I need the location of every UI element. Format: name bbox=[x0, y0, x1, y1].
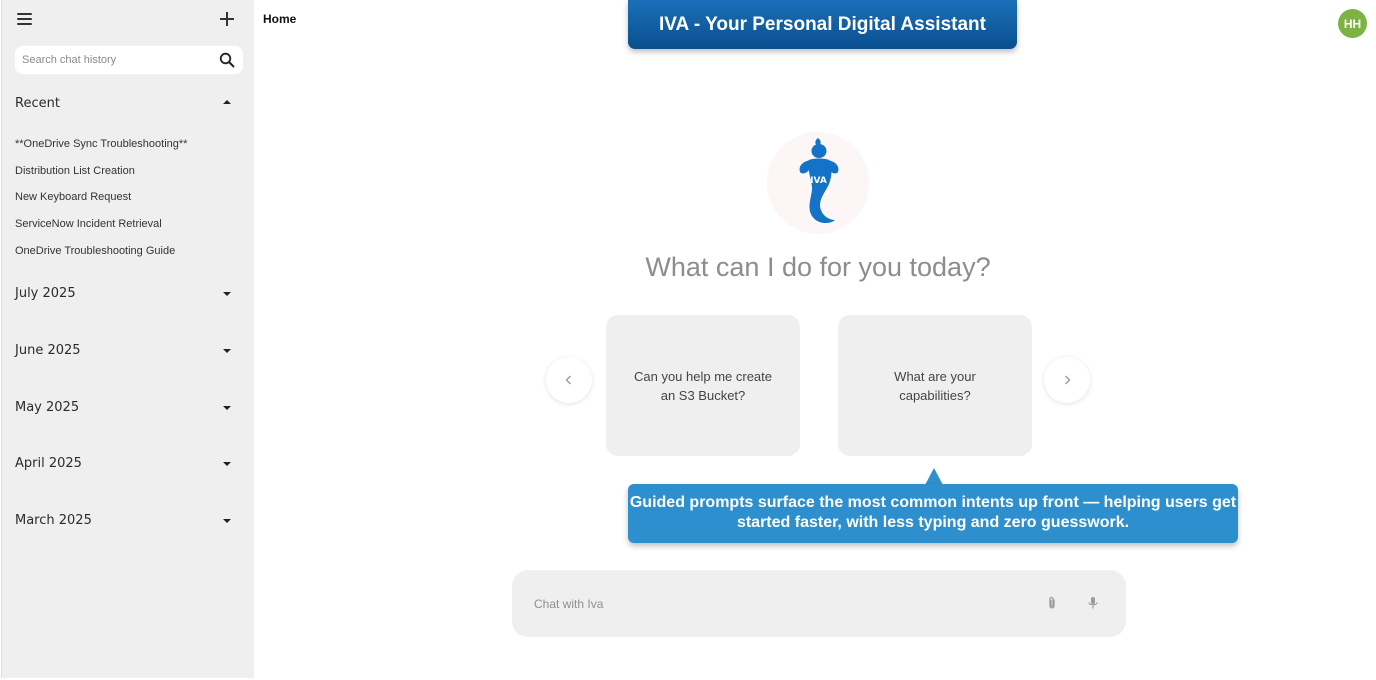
recent-chat-item[interactable]: New Keyboard Request bbox=[15, 191, 131, 203]
recent-chat-item[interactable]: **OneDrive Sync Troubleshooting** bbox=[15, 138, 187, 150]
caret-down-icon bbox=[223, 462, 231, 466]
month-section-july-2025[interactable]: July 2025 bbox=[15, 284, 240, 306]
caret-down-icon bbox=[223, 292, 231, 296]
month-section-june-2025[interactable]: June 2025 bbox=[15, 341, 240, 363]
breadcrumb-home[interactable]: Home bbox=[263, 12, 296, 26]
month-label: April 2025 bbox=[15, 456, 82, 471]
month-section-may-2025[interactable]: May 2025 bbox=[15, 398, 240, 420]
chevron-left-icon bbox=[565, 375, 571, 385]
annotation-callout: Guided prompts surface the most common i… bbox=[628, 484, 1238, 543]
sidebar: Recent **OneDrive Sync Troubleshooting**… bbox=[1, 0, 254, 678]
search-input[interactable] bbox=[15, 46, 211, 74]
iva-logo: IVA bbox=[767, 132, 869, 234]
recent-chat-item[interactable]: Distribution List Creation bbox=[15, 165, 135, 177]
logo-text: IVA bbox=[810, 176, 827, 186]
recent-chat-item[interactable]: ServiceNow Incident Retrieval bbox=[15, 218, 162, 230]
month-label: March 2025 bbox=[15, 513, 92, 528]
prompt-card[interactable]: Can you help me create an S3 Bucket? bbox=[606, 315, 800, 456]
callout-pointer bbox=[925, 468, 943, 485]
carousel-prev-button[interactable] bbox=[546, 357, 592, 403]
title-banner: IVA - Your Personal Digital Assistant bbox=[628, 0, 1017, 49]
caret-up-icon bbox=[223, 100, 231, 104]
prompt-card[interactable]: What are your capabilities? bbox=[838, 315, 1032, 456]
chat-composer bbox=[512, 570, 1126, 637]
month-section-march-2025[interactable]: March 2025 bbox=[15, 511, 240, 533]
recent-section-toggle[interactable]: Recent bbox=[15, 94, 240, 116]
new-chat-plus-icon[interactable] bbox=[217, 9, 237, 29]
month-label: May 2025 bbox=[15, 400, 80, 415]
recent-label: Recent bbox=[15, 96, 60, 111]
search-icon[interactable] bbox=[219, 52, 235, 68]
chat-input[interactable] bbox=[512, 570, 1032, 637]
recent-chat-item[interactable]: OneDrive Troubleshooting Guide bbox=[15, 245, 175, 257]
carousel-next-button[interactable] bbox=[1044, 357, 1090, 403]
chat-history-search bbox=[15, 46, 243, 74]
caret-down-icon bbox=[223, 519, 231, 523]
hamburger-menu-icon[interactable] bbox=[17, 12, 33, 26]
welcome-heading: What can I do for you today? bbox=[645, 252, 991, 282]
caret-down-icon bbox=[223, 349, 231, 353]
month-label: June 2025 bbox=[15, 343, 81, 358]
microphone-icon[interactable] bbox=[1087, 596, 1099, 610]
paperclip-icon[interactable] bbox=[1046, 596, 1058, 610]
genie-mascot-icon: IVA bbox=[799, 138, 839, 224]
user-avatar[interactable]: HH bbox=[1338, 9, 1367, 38]
month-section-april-2025[interactable]: April 2025 bbox=[15, 454, 240, 476]
month-label: July 2025 bbox=[15, 286, 76, 301]
caret-down-icon bbox=[223, 406, 231, 410]
chevron-right-icon bbox=[1065, 375, 1071, 385]
